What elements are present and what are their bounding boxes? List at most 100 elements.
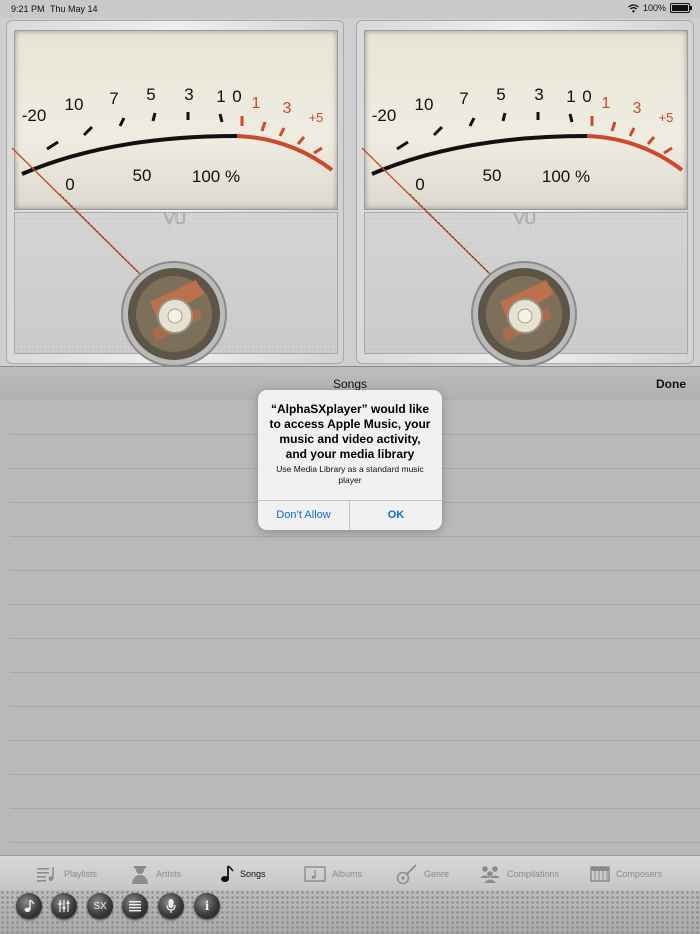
meter-scale-label: -20 bbox=[372, 106, 397, 125]
vu-label: VU bbox=[514, 211, 536, 228]
music-note-icon bbox=[221, 865, 234, 882]
meter-scale-label: 3 bbox=[534, 85, 543, 104]
equalizer-button[interactable] bbox=[51, 893, 77, 919]
done-button[interactable]: Done bbox=[656, 377, 686, 391]
meter-scale-label: +5 bbox=[659, 110, 674, 125]
meter-scale-label: 5 bbox=[496, 85, 505, 104]
vu-meters: -20 10 7 5 3 1 0 1 3 +5 0 50 100 % VU -20 10 7 5 3 1 0 1 3 +5 0… bbox=[0, 18, 700, 366]
vu-meter-left: -20 10 7 5 3 1 0 1 3 +5 0 50 100 % VU bbox=[0, 18, 350, 366]
meter-percent-label: 50 bbox=[133, 166, 152, 185]
status-right: 100% bbox=[628, 3, 692, 13]
list-separator bbox=[10, 638, 700, 639]
tab-label: Genre bbox=[424, 869, 450, 879]
meter-arc-red bbox=[236, 134, 334, 172]
battery-icon bbox=[670, 3, 692, 13]
meter-tick bbox=[151, 112, 157, 122]
meter-scale-label: 10 bbox=[415, 95, 434, 114]
songs-title: Songs bbox=[332, 377, 368, 391]
ok-button[interactable]: OK bbox=[350, 501, 442, 530]
meter-scale: -2010 7 5 3 1 0 1 3+50 50 100 %VU bbox=[361, 85, 684, 366]
meter-tick bbox=[218, 113, 224, 123]
tab-label: Albums bbox=[332, 869, 363, 879]
meter-percent-label: 0 bbox=[415, 175, 424, 194]
meter-percent-label: 100 % bbox=[542, 167, 590, 186]
equalizer-icon bbox=[58, 900, 70, 912]
tab-playlists[interactable]: Playlists bbox=[36, 862, 97, 886]
list-separator bbox=[10, 604, 700, 605]
tab-songs[interactable]: Songs bbox=[220, 862, 266, 886]
tab-composers[interactable]: Composers bbox=[590, 862, 662, 886]
meter-tick bbox=[82, 125, 94, 137]
microphone-icon bbox=[166, 899, 176, 913]
meter-tick bbox=[278, 127, 286, 137]
meter-scale-label: 3 bbox=[283, 100, 292, 117]
meter-tick bbox=[46, 140, 59, 151]
sx-button[interactable]: SX bbox=[87, 893, 113, 919]
guitar-icon bbox=[396, 864, 417, 885]
permission-alert: “AlphaSXplayer” would like to access App… bbox=[258, 390, 442, 530]
meter-pivot-center bbox=[517, 308, 533, 324]
player-toolbar: SX i bbox=[0, 890, 700, 934]
tab-artists[interactable]: Artists bbox=[130, 862, 181, 886]
tab-albums[interactable]: Albums bbox=[304, 862, 362, 886]
meter-scale-label: 3 bbox=[184, 85, 193, 104]
microphone-button[interactable] bbox=[158, 893, 184, 919]
tab-label: Composers bbox=[616, 869, 663, 879]
album-icon bbox=[304, 866, 326, 882]
meter-tick bbox=[432, 125, 444, 137]
dont-allow-button[interactable]: Don’t Allow bbox=[258, 501, 349, 530]
list-button[interactable] bbox=[122, 893, 148, 919]
meter-tick bbox=[468, 117, 476, 127]
meter-tick bbox=[260, 121, 267, 132]
compilations-icon bbox=[480, 866, 500, 883]
meter-scale-label: 1 bbox=[252, 95, 261, 112]
music-note-icon bbox=[24, 899, 35, 912]
tab-label: Playlists bbox=[64, 869, 98, 879]
meter-scale-label: 7 bbox=[109, 89, 118, 108]
list-separator bbox=[10, 740, 700, 741]
list-separator bbox=[10, 570, 700, 571]
vu-label: VU bbox=[164, 211, 186, 228]
meter-tick bbox=[610, 121, 617, 132]
meter-tick bbox=[118, 117, 126, 127]
meter-tick bbox=[296, 136, 306, 145]
tab-compilations[interactable]: Compilations bbox=[479, 862, 559, 886]
info-button[interactable]: i bbox=[194, 893, 220, 919]
tab-label: Artists bbox=[156, 869, 182, 879]
library-tab-bar: Playlists Artists Songs Albums Genre Com… bbox=[0, 855, 700, 891]
alert-message: Use Media Library as a standard music pl… bbox=[276, 464, 424, 485]
playlist-icon bbox=[37, 867, 54, 882]
wifi-icon bbox=[628, 3, 639, 12]
piano-icon bbox=[590, 866, 610, 882]
meter-scale-label: 10 bbox=[65, 95, 84, 114]
meter-needle-shadow bbox=[59, 193, 141, 275]
music-note-button[interactable] bbox=[16, 893, 42, 919]
battery-percent: 100% bbox=[642, 3, 666, 13]
list-separator bbox=[10, 672, 700, 673]
meter-scale-label: 1 bbox=[566, 87, 575, 106]
list-separator bbox=[10, 706, 700, 707]
meter-pivot-center bbox=[167, 308, 183, 324]
list-icon bbox=[129, 901, 141, 912]
alert-title: “AlphaSXplayer” would like to access App… bbox=[269, 402, 431, 461]
meter-scale-label: 1 bbox=[216, 87, 225, 106]
meter-percent-label: 50 bbox=[483, 166, 502, 185]
info-icon: i bbox=[204, 899, 210, 913]
status-time: 9:21 PM bbox=[11, 4, 45, 14]
tab-label: Compilations bbox=[507, 869, 560, 879]
list-separator bbox=[10, 774, 700, 775]
list-separator bbox=[10, 536, 700, 537]
list-separator bbox=[10, 808, 700, 809]
meter-tick bbox=[628, 127, 636, 137]
meter-scale: -2010 7 5 3 1 0 1 3+50 50 100 %VU bbox=[11, 85, 334, 366]
meter-percent-label: 100 % bbox=[192, 167, 240, 186]
sx-icon: SX bbox=[93, 900, 107, 912]
status-bar: 9:21 PM Thu May 14 100% bbox=[0, 0, 700, 18]
status-date: Thu May 14 bbox=[50, 4, 98, 14]
vu-meter-right: -20 10 7 5 3 1 0 1 3 +5 0 50 100 % VU bbox=[350, 18, 700, 366]
meter-scale-label: 0 bbox=[232, 87, 241, 106]
meter-percent-label: 0 bbox=[65, 175, 74, 194]
meter-scale-label: 7 bbox=[459, 89, 468, 108]
tab-genre[interactable]: Genre bbox=[396, 862, 449, 886]
meter-scale-label: 0 bbox=[582, 87, 591, 106]
